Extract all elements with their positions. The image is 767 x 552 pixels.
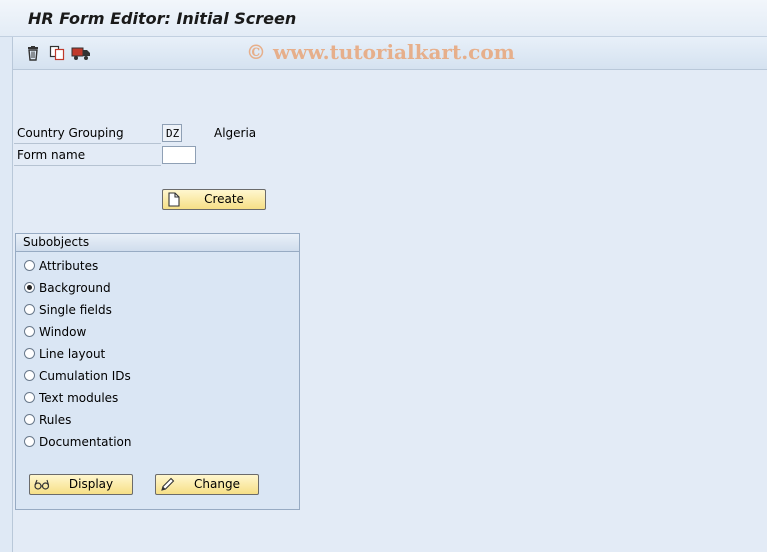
form-name-label: Form name — [14, 145, 161, 166]
window-title: HR Form Editor: Initial Screen — [28, 9, 297, 28]
radio-button[interactable] — [24, 392, 35, 403]
change-button-label: Change — [194, 477, 240, 491]
trash-icon[interactable] — [25, 45, 41, 61]
glasses-icon — [34, 477, 50, 492]
radio-label: Rules — [39, 413, 72, 427]
radio-label: Line layout — [39, 347, 106, 361]
form-name-field[interactable] — [162, 146, 196, 164]
change-button[interactable]: Change — [155, 474, 259, 495]
subobjects-title: Subobjects — [16, 234, 299, 252]
copy-icon[interactable] — [49, 45, 65, 61]
radio-label: Documentation — [39, 435, 132, 449]
transport-truck-icon[interactable] — [71, 45, 91, 61]
new-document-icon — [167, 192, 181, 207]
radio-button[interactable] — [24, 414, 35, 425]
country-grouping-description: Algeria — [214, 126, 257, 140]
radio-label: Single fields — [39, 303, 112, 317]
radio-label: Attributes — [39, 259, 99, 273]
radio-button-selected[interactable] — [24, 282, 35, 293]
display-button-label: Display — [68, 477, 114, 491]
pencil-icon — [160, 477, 175, 492]
country-grouping-label: Country Grouping — [14, 123, 161, 144]
radio-button[interactable] — [24, 326, 35, 337]
radio-label: Cumulation IDs — [39, 369, 131, 383]
radio-label: Text modules — [39, 391, 119, 405]
country-grouping-field[interactable]: DZ — [162, 124, 182, 142]
radio-button[interactable] — [24, 436, 35, 447]
radio-button[interactable] — [24, 304, 35, 315]
display-button[interactable]: Display — [29, 474, 133, 495]
subobjects-group: Subobjects Attributes Background Single … — [15, 233, 300, 510]
radio-label: Window — [39, 325, 87, 339]
watermark: © www.tutorialkart.com — [246, 40, 515, 64]
radio-button[interactable] — [24, 348, 35, 359]
radio-button[interactable] — [24, 260, 35, 271]
create-button[interactable]: Create — [162, 189, 266, 210]
radio-button[interactable] — [24, 370, 35, 381]
radio-label: Background — [39, 281, 111, 295]
title-bar: HR Form Editor: Initial Screen — [0, 0, 767, 37]
create-button-label: Create — [204, 192, 244, 206]
